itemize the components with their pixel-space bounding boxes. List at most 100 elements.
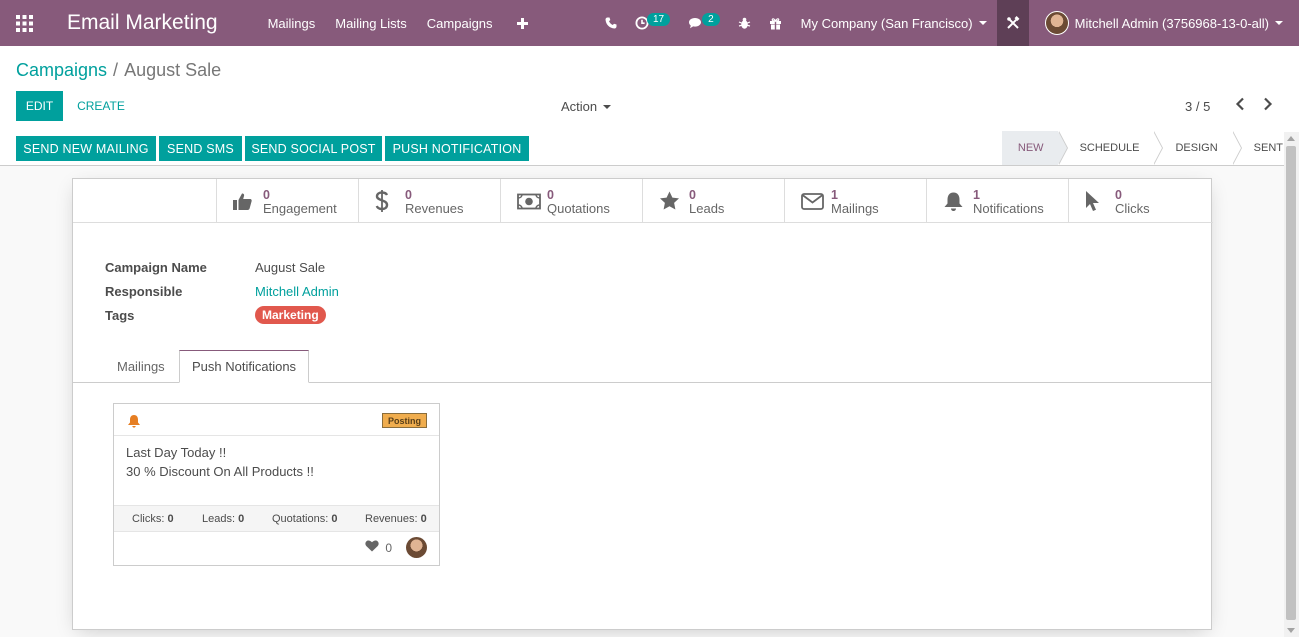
leads-value: 0	[689, 187, 696, 202]
form-sheet: 0 Engagement 0 Revenues 0 Quotations 0 Leads…	[72, 178, 1213, 630]
likes-count: 0	[385, 540, 392, 555]
pointer-icon	[1085, 190, 1115, 212]
menu-mailings[interactable]: Mailings	[258, 16, 326, 31]
card-clicks-stat: Clicks: 0	[132, 512, 174, 525]
debug-tools-icon[interactable]	[996, 0, 1029, 46]
company-switcher[interactable]: My Company (San Francisco)	[791, 16, 997, 31]
tab-mailings[interactable]: Mailings	[105, 350, 177, 383]
card-stats-row: Clicks: 0 Leads: 0 Quotations: 0 Revenue…	[114, 505, 439, 532]
push-notification-button[interactable]: PUSH NOTIFICATION	[385, 136, 529, 161]
activity-count-badge: 17	[646, 12, 671, 26]
mailings-value: 1	[831, 187, 838, 202]
top-navbar: Email Marketing Mailings Mailing Lists C…	[0, 0, 1299, 46]
chevron-left-icon[interactable]	[1234, 97, 1246, 114]
action-label: Action	[561, 99, 598, 114]
thumbs-up-icon	[233, 192, 263, 211]
stage-new[interactable]: NEW	[1001, 131, 1068, 165]
breadcrumb-current: August Sale	[124, 60, 222, 80]
phone-icon[interactable]	[596, 0, 626, 46]
scroll-up-arrow-icon[interactable]	[1287, 136, 1295, 141]
user-menu[interactable]: Mitchell Admin (3756968-13-0-all)	[1029, 11, 1299, 35]
statusbar: SEND NEW MAILING SEND SMS SEND SOCIAL PO…	[0, 131, 1299, 166]
engagement-value: 0	[263, 187, 270, 202]
stage-design-label: DESIGN	[1175, 142, 1218, 154]
breadcrumb-separator: /	[113, 60, 119, 80]
send-social-post-button[interactable]: SEND SOCIAL POST	[245, 136, 382, 161]
scroll-down-arrow-icon[interactable]	[1287, 628, 1295, 633]
tag-marketing[interactable]: Marketing	[255, 306, 326, 324]
messages-icon[interactable]: 2	[679, 0, 729, 46]
card-leads-stat: Leads: 0	[202, 512, 245, 525]
stage-schedule-label: SCHEDULE	[1079, 142, 1140, 154]
smart-button-box: 0 Engagement 0 Revenues 0 Quotations 0 Leads…	[216, 179, 1212, 223]
app-title[interactable]: Email Marketing	[67, 11, 218, 35]
campaign-name-value: August Sale	[255, 260, 326, 275]
breadcrumb: Campaigns / August Sale	[16, 60, 221, 81]
revenues-value: 0	[405, 187, 412, 202]
clicks-label: Clicks	[1115, 200, 1150, 216]
bell-icon	[127, 414, 141, 431]
tab-push-notifications[interactable]: Push Notifications	[179, 350, 310, 383]
stage-schedule[interactable]: SCHEDULE	[1057, 131, 1164, 165]
pager-value[interactable]: 3 / 5	[1185, 99, 1210, 114]
push-notification-card[interactable]: Posting Last Day Today !! 30 % Discount …	[113, 403, 440, 566]
send-sms-button[interactable]: SEND SMS	[159, 136, 242, 161]
campaign-name-label: Campaign Name	[105, 260, 207, 275]
clicks-stat-button[interactable]: 0 Clicks	[1068, 179, 1210, 223]
money-icon	[517, 193, 547, 210]
bug-icon[interactable]	[729, 0, 760, 46]
gift-icon[interactable]	[760, 0, 791, 46]
company-name: My Company (San Francisco)	[800, 15, 973, 31]
quotations-value: 0	[547, 187, 554, 202]
revenues-label: Revenues	[405, 200, 464, 216]
scrollbar[interactable]	[1284, 132, 1299, 637]
card-text-line-1: Last Day Today !!	[126, 445, 227, 460]
chevron-down-icon	[1275, 21, 1283, 25]
chevron-down-icon	[978, 21, 987, 25]
revenues-stat-button[interactable]: 0 Revenues	[358, 179, 500, 223]
stage-sent-label: SENT	[1253, 142, 1283, 154]
notifications-label: Notifications	[973, 200, 1044, 216]
plus-icon[interactable]	[503, 13, 542, 34]
dollar-icon	[375, 189, 405, 213]
card-text-line-2: 30 % Discount On All Products !!	[126, 464, 314, 479]
apps-menu-icon[interactable]	[0, 0, 48, 46]
stage-design[interactable]: DESIGN	[1153, 131, 1242, 165]
engagement-label: Engagement	[263, 200, 337, 216]
card-revenues-stat: Revenues: 0	[365, 512, 427, 525]
mailings-stat-button[interactable]: 1 Mailings	[784, 179, 926, 223]
user-avatar	[1044, 11, 1069, 35]
menu-mailing-lists[interactable]: Mailing Lists	[325, 16, 417, 31]
user-name: Mitchell Admin (3756968-13-0-all)	[1074, 15, 1269, 31]
menu-campaigns[interactable]: Campaigns	[417, 16, 503, 31]
control-panel: Campaigns / August Sale EDIT CREATE Action…	[0, 46, 1299, 132]
card-user-avatar[interactable]	[406, 537, 427, 558]
clicks-value: 0	[1115, 187, 1122, 202]
scrollbar-thumb[interactable]	[1286, 146, 1296, 620]
create-button[interactable]: CREATE	[70, 91, 132, 121]
notebook-tabs: Mailings Push Notifications	[73, 350, 1211, 383]
tags-label: Tags	[105, 308, 135, 323]
edit-button[interactable]: EDIT	[16, 91, 63, 121]
breadcrumb-campaigns-link[interactable]: Campaigns	[16, 60, 107, 80]
notifications-value: 1	[973, 187, 980, 202]
messages-count-badge: 2	[702, 12, 720, 26]
heart-icon[interactable]	[365, 540, 379, 555]
stage-new-label: NEW	[1017, 142, 1044, 154]
quotations-stat-button[interactable]: 0 Quotations	[500, 179, 642, 223]
bell-icon	[943, 191, 973, 212]
leads-stat-button[interactable]: 0 Leads	[642, 179, 784, 223]
chevron-down-icon	[603, 104, 612, 109]
posting-status-badge: Posting	[382, 413, 427, 428]
responsible-link[interactable]: Mitchell Admin	[255, 284, 339, 299]
engagement-stat-button[interactable]: 0 Engagement	[216, 179, 358, 223]
chevron-right-icon[interactable]	[1262, 97, 1274, 114]
action-dropdown[interactable]: Action	[561, 99, 612, 114]
star-icon	[659, 191, 689, 211]
activity-clock-icon[interactable]: 17	[626, 0, 679, 46]
send-new-mailing-button[interactable]: SEND NEW MAILING	[16, 136, 156, 161]
notifications-stat-button[interactable]: 1 Notifications	[926, 179, 1068, 223]
quotations-label: Quotations	[547, 200, 610, 216]
responsible-label: Responsible	[105, 284, 183, 299]
envelope-icon	[801, 192, 831, 210]
